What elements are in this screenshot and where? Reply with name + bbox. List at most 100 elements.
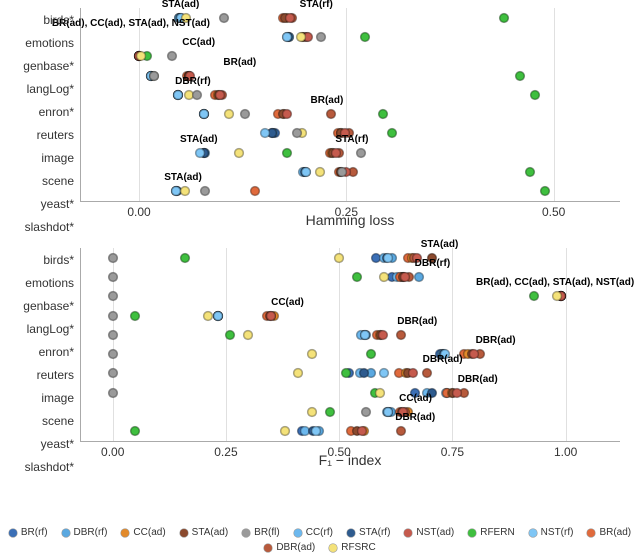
data-point: [181, 253, 190, 262]
data-point: [131, 427, 140, 436]
legend-item: DBR(rf): [62, 527, 108, 538]
data-point: [234, 148, 243, 157]
annotation-label: DBR(ad): [395, 412, 435, 423]
data-point: [136, 52, 145, 61]
legend-swatch: [121, 529, 129, 537]
y-tick-label: birds*: [0, 253, 74, 267]
y-tick-label: image: [0, 151, 74, 165]
legend-swatch: [468, 529, 476, 537]
legend-label: BR(ad): [599, 527, 631, 538]
data-point: [380, 369, 389, 378]
y-tick-label: reuters: [0, 128, 74, 142]
data-point: [499, 13, 508, 22]
legend-swatch: [264, 544, 272, 552]
plot-area-bot: 0.000.250.500.751.00STA(ad)DBR(rf)BR(ad)…: [80, 248, 620, 442]
data-point: [387, 129, 396, 138]
data-point: [219, 13, 228, 22]
grid-line: [452, 248, 453, 441]
annotation-label: BR(ad), CC(ad), STA(ad), NST(ad): [476, 277, 634, 288]
data-point: [294, 369, 303, 378]
y-tick-label: reuters: [0, 368, 74, 382]
plot-area-top: 0.000.250.50STA(ad)STA(rf)BR(ad), CC(ad)…: [80, 8, 620, 202]
y-tick-label: scene: [0, 414, 74, 428]
data-point: [384, 408, 393, 417]
legend-swatch: [404, 529, 412, 537]
legend-label: NST(rf): [541, 527, 574, 538]
data-point: [315, 168, 324, 177]
data-point: [414, 272, 423, 281]
annotation-label: STA(rf): [300, 0, 333, 10]
hamming-loss-panel: 0.000.250.50STA(ad)STA(rf)BR(ad), CC(ad)…: [0, 0, 640, 230]
data-point: [397, 427, 406, 436]
data-point: [131, 311, 140, 320]
annotation-label: BR(ad): [223, 57, 256, 68]
data-point: [525, 168, 534, 177]
data-point: [384, 253, 393, 262]
data-point: [174, 90, 183, 99]
legend-label: RFERN: [480, 527, 514, 538]
legend-item: BR(ad): [587, 527, 631, 538]
annotation-label: DBR(ad): [458, 374, 498, 385]
data-point: [282, 32, 291, 41]
data-point: [422, 369, 431, 378]
data-point: [285, 13, 294, 22]
y-tick-label: langLog*: [0, 322, 74, 336]
data-point: [224, 110, 233, 119]
data-point: [357, 148, 366, 157]
data-point: [332, 148, 341, 157]
y-tick-label: yeast*: [0, 437, 74, 451]
data-point: [193, 90, 202, 99]
data-point: [341, 369, 350, 378]
legend-swatch: [62, 529, 70, 537]
data-point: [108, 330, 117, 339]
legend-item: DBR(ad): [264, 542, 315, 553]
f1-index-panel: 0.000.250.500.751.00STA(ad)DBR(rf)BR(ad)…: [0, 240, 640, 470]
data-point: [338, 168, 347, 177]
data-point: [108, 350, 117, 359]
y-tick-label: genbase*: [0, 59, 74, 73]
legend-item: RFERN: [468, 527, 514, 538]
data-point: [282, 110, 291, 119]
data-point: [108, 388, 117, 397]
data-point: [199, 110, 208, 119]
data-point: [261, 129, 270, 138]
legend-swatch: [242, 529, 250, 537]
legend-label: STA(ad): [192, 527, 229, 538]
data-point: [452, 388, 461, 397]
annotation-label: BR(ad): [311, 95, 344, 106]
x-axis-label-top: Hamming loss: [80, 212, 620, 228]
data-point: [401, 272, 410, 281]
legend-item: STA(rf): [347, 527, 390, 538]
annotation-label: CC(ad): [271, 297, 304, 308]
data-point: [326, 408, 335, 417]
data-point: [529, 292, 538, 301]
data-point: [516, 71, 525, 80]
y-tick-label: image: [0, 391, 74, 405]
data-point: [108, 272, 117, 281]
data-point: [308, 350, 317, 359]
legend-item: RFSRC: [329, 542, 375, 553]
data-point: [326, 110, 335, 119]
data-point: [216, 90, 225, 99]
y-tick-label: yeast*: [0, 197, 74, 211]
annotation-label: STA(ad): [162, 0, 200, 10]
y-tick-label: slashdot*: [0, 460, 74, 474]
data-point: [203, 311, 212, 320]
legend-swatch: [180, 529, 188, 537]
y-tick-label: genbase*: [0, 299, 74, 313]
legend-label: CC(ad): [133, 527, 165, 538]
data-point: [361, 32, 370, 41]
data-point: [225, 330, 234, 339]
data-point: [408, 369, 417, 378]
legend-item: STA(ad): [180, 527, 229, 538]
y-tick-label: emotions: [0, 276, 74, 290]
annotation-label: CC(ad): [182, 37, 215, 48]
data-point: [292, 129, 301, 138]
data-point: [541, 187, 550, 196]
data-point: [378, 110, 387, 119]
data-point: [317, 32, 326, 41]
y-tick-label: enron*: [0, 345, 74, 359]
data-point: [552, 292, 561, 301]
grid-line: [226, 248, 227, 441]
data-point: [180, 187, 189, 196]
